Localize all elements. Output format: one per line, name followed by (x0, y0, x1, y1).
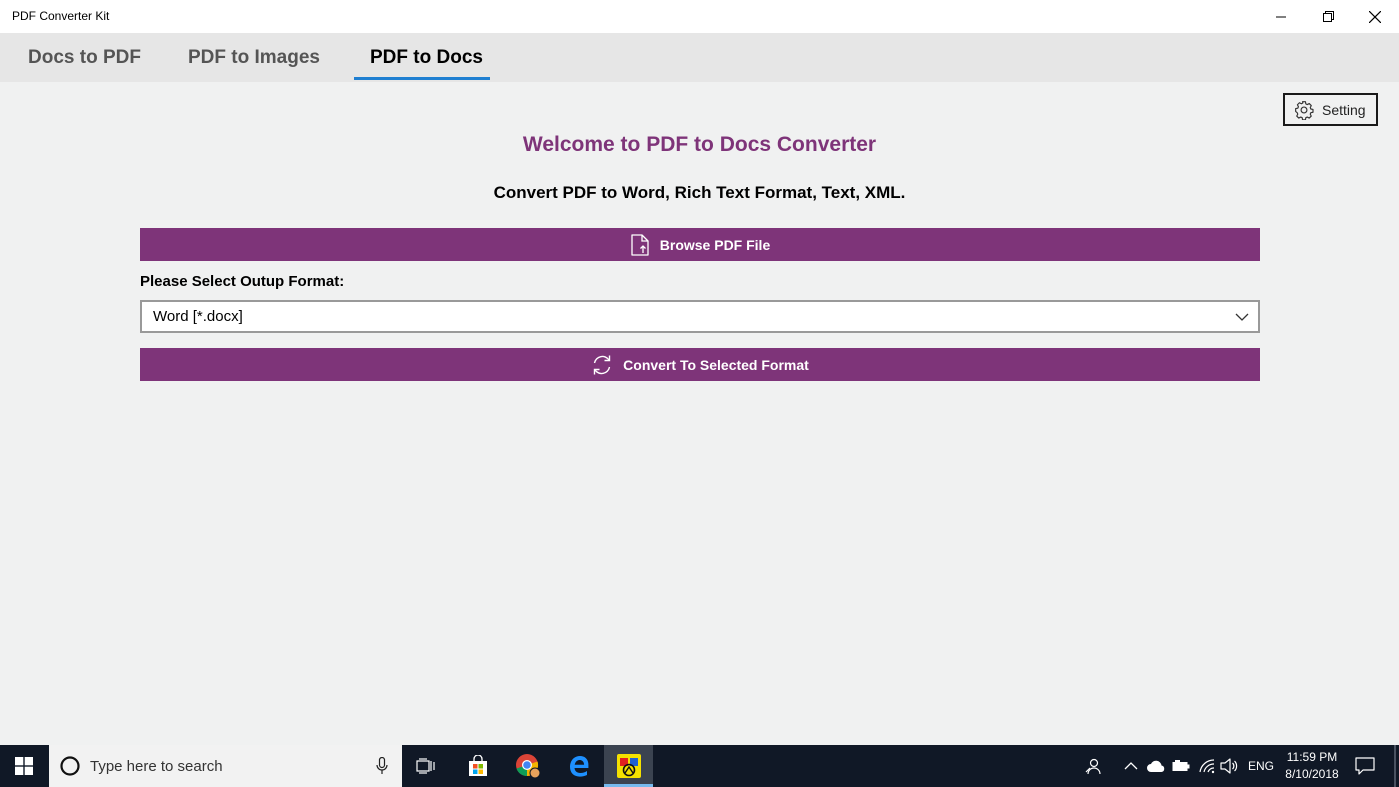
browse-pdf-button[interactable]: Browse PDF File (140, 228, 1260, 261)
chrome-icon (516, 754, 541, 779)
restore-icon (1322, 11, 1334, 22)
wifi-icon (1199, 759, 1215, 774)
chevron-up-icon (1124, 762, 1138, 770)
browse-pdf-label: Browse PDF File (659, 236, 771, 253)
page-title: Welcome to PDF to Docs Converter (522, 133, 877, 156)
taskbar-search-box[interactable]: Type here to search (49, 745, 402, 787)
tab-pdf-to-images[interactable]: PDF to Images (188, 33, 320, 82)
show-desktop-button[interactable] (1394, 745, 1396, 787)
convert-button[interactable]: Convert To Selected Format (140, 348, 1260, 381)
close-icon (1369, 10, 1381, 23)
microphone-icon[interactable] (376, 757, 388, 775)
convert-label: Convert To Selected Format (623, 356, 809, 373)
action-center-button[interactable] (1355, 745, 1375, 787)
store-icon (469, 755, 487, 776)
search-placeholder: Type here to search (90, 757, 223, 775)
active-tab-indicator (354, 77, 490, 80)
gear-icon (1295, 100, 1314, 120)
task-view-icon (416, 758, 435, 774)
cortana-icon (60, 756, 80, 776)
minimize-icon (1276, 16, 1286, 17)
show-hidden-icons-button[interactable] (1124, 745, 1138, 787)
people-button[interactable] (1084, 745, 1102, 787)
pdf-converter-app-icon (616, 754, 641, 778)
title-bar: PDF Converter Kit (0, 0, 1399, 33)
volume-button[interactable] (1220, 745, 1238, 787)
windows-logo-icon (15, 757, 33, 775)
onedrive-button[interactable] (1146, 745, 1166, 787)
pdf-converter-app-button[interactable] (604, 745, 653, 787)
task-view-button[interactable] (403, 745, 449, 787)
output-format-value: Word [*.docx] (153, 308, 243, 325)
refresh-icon (593, 355, 611, 374)
input-language-button[interactable]: ENG (1248, 745, 1274, 787)
tab-docs-to-pdf[interactable]: Docs to PDF (28, 33, 141, 82)
cloud-icon (1147, 760, 1165, 772)
edge-app-button[interactable] (556, 745, 602, 787)
setting-button[interactable]: Setting (1283, 93, 1378, 126)
minimize-button[interactable] (1258, 0, 1304, 33)
chevron-down-icon (1235, 313, 1249, 321)
close-button[interactable] (1352, 0, 1398, 33)
page-subtitle: Convert PDF to Word, Rich Text Format, T… (493, 183, 906, 202)
output-format-select[interactable]: Word [*.docx] (140, 300, 1260, 333)
battery-icon (1172, 760, 1190, 771)
clock-time: 11:59 PM (1286, 750, 1338, 764)
battery-button[interactable] (1172, 745, 1190, 787)
clock[interactable]: 11:59 PM 8/10/2018 (1278, 749, 1346, 783)
format-select-label: Please Select Outup Format: (140, 273, 345, 290)
window-title: PDF Converter Kit (12, 9, 110, 23)
speaker-icon (1220, 758, 1238, 774)
store-app-button[interactable] (455, 745, 501, 787)
notification-icon (1355, 757, 1375, 775)
people-icon (1085, 758, 1101, 775)
file-upload-icon (631, 233, 649, 256)
restore-button[interactable] (1305, 0, 1351, 33)
edge-icon (570, 756, 589, 777)
start-button[interactable] (0, 745, 48, 787)
setting-label: Setting (1322, 101, 1366, 118)
tab-pdf-to-docs[interactable]: PDF to Docs (370, 33, 483, 82)
chrome-app-button[interactable] (505, 745, 551, 787)
tab-bar: Docs to PDF PDF to Images PDF to Docs (0, 33, 1399, 82)
taskbar: Type here to search ENG 11:59 PM 8/10/20… (0, 745, 1399, 787)
clock-date: 8/10/2018 (1285, 767, 1339, 781)
network-button[interactable] (1198, 745, 1216, 787)
